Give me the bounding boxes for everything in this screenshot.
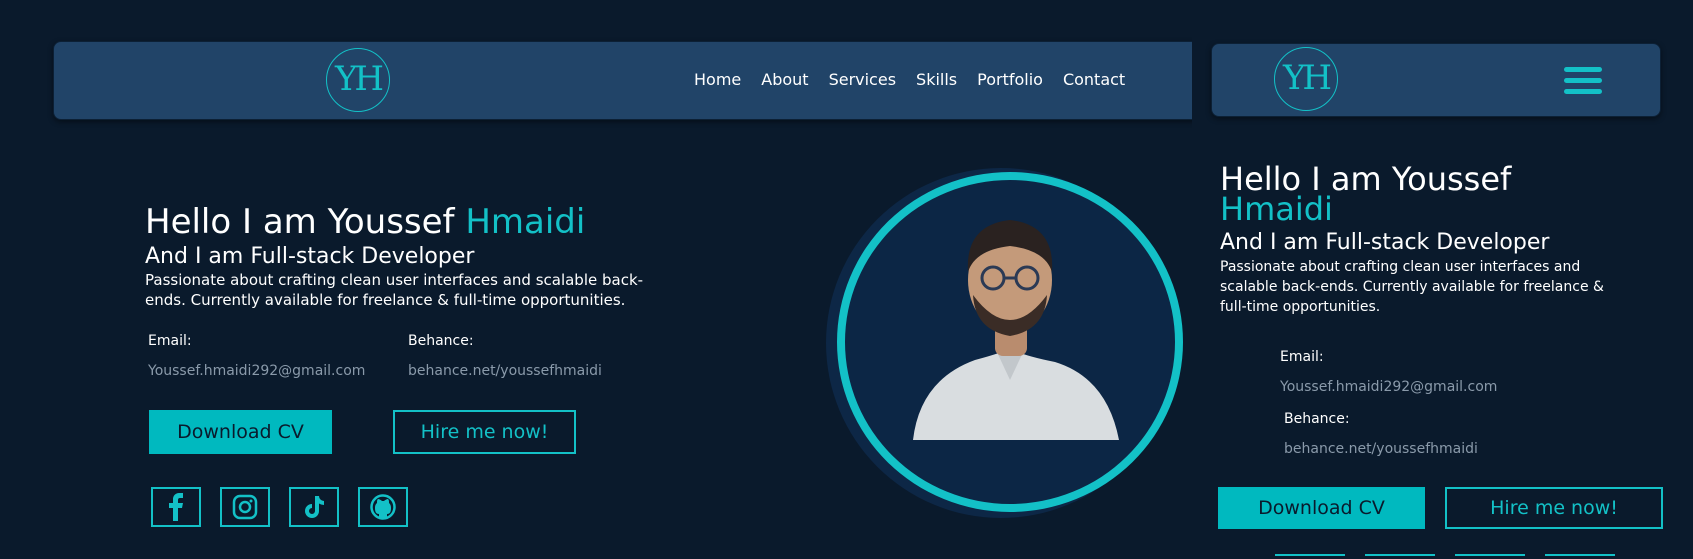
mobile-social-link[interactable] bbox=[1455, 554, 1525, 559]
mobile-name-text: Hmaidi bbox=[1220, 190, 1333, 228]
profile-photo-icon bbox=[913, 220, 1119, 440]
email-value[interactable]: Youssef.hmaidi292@gmail.com bbox=[148, 363, 365, 379]
hamburger-line bbox=[1564, 78, 1602, 83]
mobile-email-label: Email: bbox=[1280, 349, 1324, 365]
logo-text: YH bbox=[334, 59, 384, 99]
facebook-icon bbox=[169, 493, 183, 521]
mobile-social-link[interactable] bbox=[1365, 554, 1435, 559]
email-label: Email: bbox=[148, 333, 192, 349]
nav-home[interactable]: Home bbox=[694, 70, 741, 89]
nav-links: Home About Services Skills Portfolio Con… bbox=[694, 70, 1145, 89]
nav-contact[interactable]: Contact bbox=[1063, 70, 1125, 89]
hero-description: Passionate about crafting clean user int… bbox=[145, 271, 644, 309]
mobile-hero-description: Passionate about crafting clean user int… bbox=[1220, 259, 1604, 315]
hero-name: Hmaidi bbox=[465, 202, 586, 242]
facebook-link[interactable] bbox=[151, 487, 201, 527]
instagram-icon bbox=[232, 494, 258, 520]
hero-greeting: Hello I am Youssef bbox=[145, 202, 466, 242]
github-link[interactable] bbox=[358, 487, 408, 527]
behance-label: Behance: bbox=[408, 333, 474, 349]
tiktok-icon bbox=[305, 496, 324, 518]
mobile-social-link[interactable] bbox=[1275, 554, 1345, 559]
avatar bbox=[837, 172, 1183, 512]
hero-headline: Hello I am Youssef Hmaidi bbox=[145, 202, 585, 242]
hamburger-line bbox=[1564, 89, 1602, 94]
instagram-link[interactable] bbox=[220, 487, 270, 527]
hamburger-line bbox=[1564, 67, 1602, 72]
mobile-logo[interactable]: YH bbox=[1274, 47, 1338, 111]
mobile-logo-text: YH bbox=[1282, 58, 1332, 98]
tiktok-link[interactable] bbox=[289, 487, 339, 527]
mobile-social-link[interactable] bbox=[1545, 554, 1615, 559]
hero-role: And I am Full-stack Developer bbox=[145, 244, 475, 269]
mobile-behance-label: Behance: bbox=[1284, 411, 1350, 427]
nav-portfolio[interactable]: Portfolio bbox=[977, 70, 1043, 89]
nav-services[interactable]: Services bbox=[829, 70, 896, 89]
mobile-hero-name: Hmaidi bbox=[1220, 190, 1333, 228]
desktop-view: YH Home About Services Skills Portfolio … bbox=[0, 0, 1192, 559]
mobile-navbar: YH bbox=[1211, 43, 1661, 117]
download-cv-button[interactable]: Download CV bbox=[149, 410, 332, 454]
navbar: YH Home About Services Skills Portfolio … bbox=[53, 41, 1192, 120]
mobile-download-cv-button[interactable]: Download CV bbox=[1218, 487, 1425, 529]
github-icon bbox=[370, 494, 396, 520]
behance-value[interactable]: behance.net/youssefhmaidi bbox=[408, 363, 602, 379]
hire-me-button[interactable]: Hire me now! bbox=[393, 410, 576, 454]
hamburger-menu-button[interactable] bbox=[1564, 67, 1602, 94]
nav-about[interactable]: About bbox=[761, 70, 808, 89]
mobile-behance-value[interactable]: behance.net/youssefhmaidi bbox=[1284, 441, 1478, 457]
nav-skills[interactable]: Skills bbox=[916, 70, 957, 89]
mobile-email-value[interactable]: Youssef.hmaidi292@gmail.com bbox=[1280, 379, 1497, 395]
mobile-hero-role: And I am Full-stack Developer bbox=[1220, 230, 1550, 255]
mobile-hire-me-button[interactable]: Hire me now! bbox=[1445, 487, 1663, 529]
mobile-view: YH Hello I am Youssef Hmaidi And I am Fu… bbox=[1200, 0, 1693, 559]
logo[interactable]: YH bbox=[326, 48, 390, 112]
